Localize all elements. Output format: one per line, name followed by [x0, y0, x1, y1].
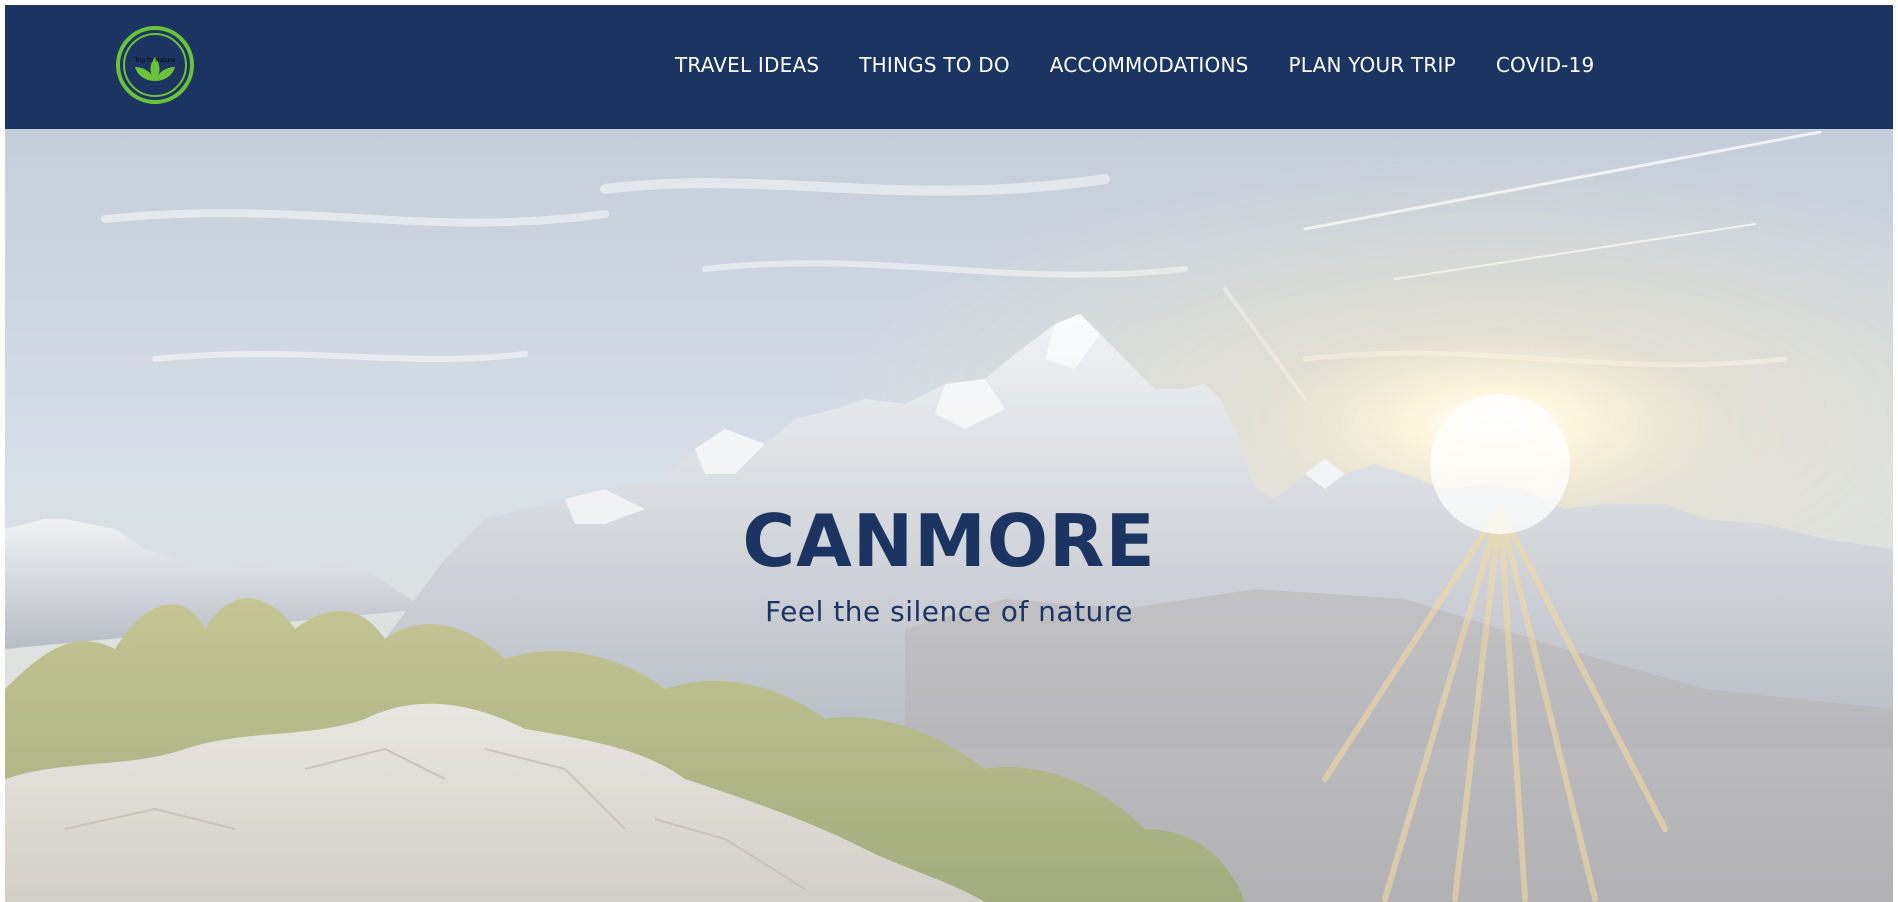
main-nav: TRAVEL IDEAS THINGS TO DO ACCOMMODATIONS… [675, 53, 1634, 77]
hero-subtitle: Feel the silence of nature [765, 595, 1133, 628]
nav-accommodations[interactable]: ACCOMMODATIONS [1050, 53, 1249, 77]
nav-covid-19[interactable]: COVID-19 [1496, 53, 1595, 77]
hero-title: CANMORE [742, 499, 1156, 583]
hero-section: CANMORE Feel the silence of nature [5, 129, 1893, 902]
nav-plan-your-trip[interactable]: PLAN YOUR TRIP [1289, 53, 1456, 77]
site-header: Trip to Nature TRAVEL IDEAS THINGS TO DO… [5, 5, 1893, 129]
leaf-icon: Trip to Nature [116, 26, 194, 104]
nav-things-to-do[interactable]: THINGS TO DO [859, 53, 1010, 77]
page-frame: Trip to Nature TRAVEL IDEAS THINGS TO DO… [5, 5, 1893, 902]
logo-text: Trip to Nature [134, 57, 176, 64]
site-logo[interactable]: Trip to Nature [115, 25, 195, 105]
nav-travel-ideas[interactable]: TRAVEL IDEAS [675, 53, 819, 77]
